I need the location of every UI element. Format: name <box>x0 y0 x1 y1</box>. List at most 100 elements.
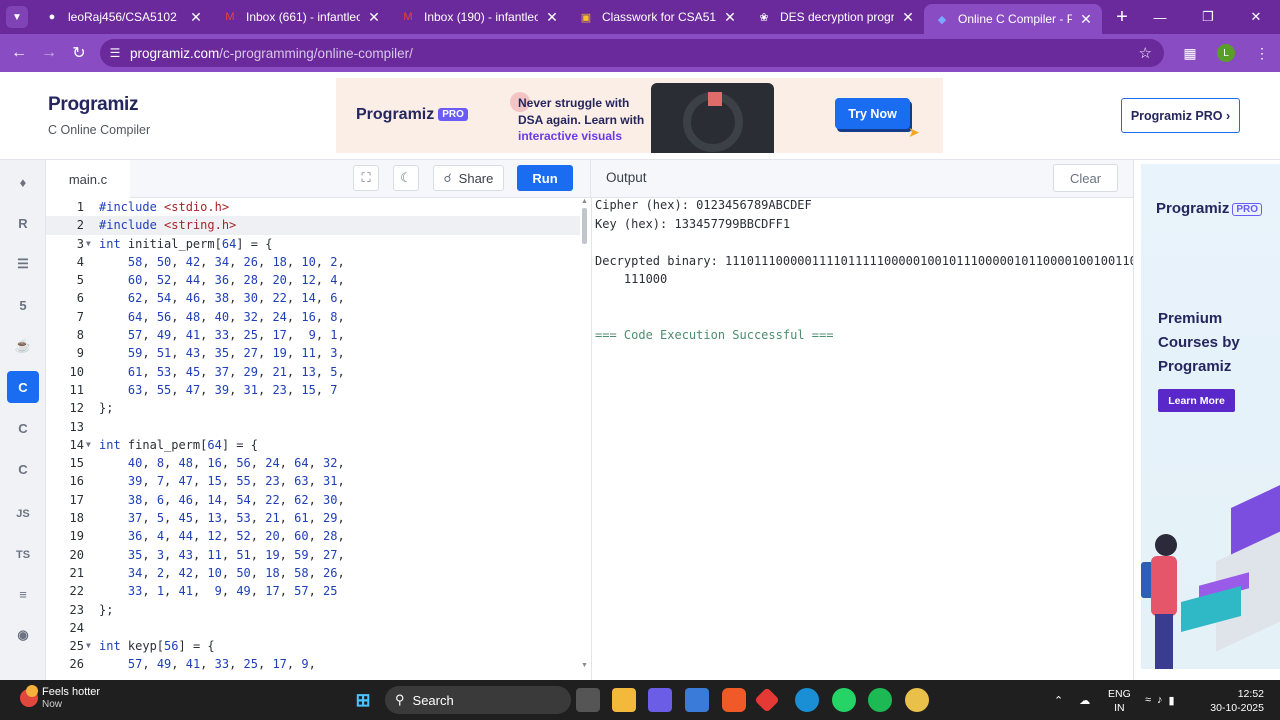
editor-scrollbar[interactable]: ▲ ▼ <box>581 198 588 670</box>
code-line[interactable]: 13 <box>46 418 580 436</box>
reload-button[interactable]: ↻ <box>64 38 94 68</box>
profile-avatar[interactable]: L <box>1217 44 1235 62</box>
system-clock[interactable]: 12:52 30-10-2025 <box>1210 687 1264 715</box>
fold-arrow-icon[interactable]: ▼ <box>86 235 91 253</box>
html5-icon[interactable]: 5 <box>7 289 39 321</box>
taskbar-search[interactable]: ⚲ Search <box>385 686 571 714</box>
chevron-up-icon[interactable]: ⌃ <box>1054 694 1063 707</box>
windows-start-icon[interactable]: ⊞ <box>351 688 375 712</box>
browser-tab[interactable]: M Inbox (190) - infantleorajm ✕ <box>390 0 568 34</box>
code-line[interactable]: 7 64, 56, 48, 40, 32, 24, 16, 8, <box>46 308 580 326</box>
file-explorer-icon[interactable] <box>612 688 636 712</box>
typescript-icon[interactable]: TS <box>7 539 39 571</box>
csharp-language-icon[interactable]: C <box>7 453 39 485</box>
extensions-icon[interactable]: ▦ <box>1172 45 1208 62</box>
r-language-icon[interactable]: R <box>7 207 39 239</box>
microsoft-store-icon[interactable] <box>685 688 709 712</box>
try-now-button[interactable]: Try Now <box>835 98 910 129</box>
php-language-icon[interactable]: ◉ <box>7 619 39 651</box>
address-bar[interactable]: ☰ programiz.com/c-programming/online-com… <box>100 39 1164 67</box>
go-language-icon[interactable]: ≡ <box>7 578 39 610</box>
close-tab-icon[interactable]: ✕ <box>1078 11 1094 28</box>
file-tab-main-c[interactable]: main.c <box>46 160 130 198</box>
new-tab-button[interactable]: + <box>1112 6 1132 29</box>
code-line[interactable]: 9 59, 51, 43, 35, 27, 19, 11, 3, <box>46 344 580 362</box>
code-line[interactable]: 3 ▼ int initial_perm[64] = { <box>46 235 580 253</box>
close-tab-icon[interactable]: ✕ <box>900 9 916 26</box>
tab-search-button[interactable]: ▼ <box>6 6 28 28</box>
code-line[interactable]: 6 62, 54, 46, 38, 30, 22, 14, 6, <box>46 289 580 307</box>
share-button[interactable]: ☌ Share <box>433 165 504 191</box>
sql-database-icon[interactable]: ☰ <box>7 248 39 280</box>
chrome-browser-icon[interactable] <box>905 688 929 712</box>
back-button[interactable]: ← <box>4 38 34 68</box>
fold-arrow-icon[interactable]: ▼ <box>86 436 91 454</box>
code-line[interactable]: 16 39, 7, 47, 15, 55, 23, 63, 31, <box>46 472 580 490</box>
code-line[interactable]: 2 #include <string.h> <box>46 216 580 235</box>
fold-arrow-icon[interactable]: ▼ <box>86 637 91 655</box>
task-view-icon[interactable] <box>576 688 600 712</box>
browser-tab[interactable]: ● leoRaj456/CSA5102 ✕ <box>34 0 212 34</box>
whatsapp-icon[interactable] <box>832 688 856 712</box>
close-tab-icon[interactable]: ✕ <box>544 9 560 26</box>
minimize-button[interactable]: — <box>1136 0 1184 34</box>
dark-mode-moon-icon[interactable]: ☾ <box>393 165 419 191</box>
close-tab-icon[interactable]: ✕ <box>722 9 738 26</box>
learn-more-button[interactable]: Learn More <box>1158 389 1235 412</box>
code-line[interactable]: 24 <box>46 619 580 637</box>
code-line[interactable]: 17 38, 6, 46, 14, 54, 22, 62, 30, <box>46 491 580 509</box>
code-line[interactable]: 10 61, 53, 45, 37, 29, 21, 13, 5, <box>46 363 580 381</box>
browser-tab[interactable]: ◆ Online C Compiler - Progr ✕ <box>924 4 1102 34</box>
spotify-icon[interactable] <box>868 688 892 712</box>
site-info-icon[interactable]: ☰ <box>100 46 130 60</box>
code-line[interactable]: 14 ▼ int final_perm[64] = { <box>46 436 580 454</box>
code-line[interactable]: 22 33, 1, 41, 9, 49, 17, 57, 25 <box>46 582 580 600</box>
javascript-icon[interactable]: JS <box>7 498 39 530</box>
code-line[interactable]: 18 37, 5, 45, 13, 53, 21, 61, 29, <box>46 509 580 527</box>
browser-tab[interactable]: ❀ DES decryption program ✕ <box>746 0 924 34</box>
onedrive-icon[interactable]: ☁ <box>1079 694 1090 707</box>
browser-tab[interactable]: ▣ Classwork for CSA5102_CN ✕ <box>568 0 746 34</box>
browser-tab[interactable]: M Inbox (661) - infantleoraj1๑ ✕ <box>212 0 390 34</box>
code-line[interactable]: 11 63, 55, 47, 39, 31, 23, 15, 7 <box>46 381 580 399</box>
run-button[interactable]: Run <box>517 165 573 191</box>
brave-browser-icon[interactable] <box>722 688 746 712</box>
code-line[interactable]: 15 40, 8, 48, 16, 56, 24, 64, 32, <box>46 454 580 472</box>
c-language-icon[interactable]: C <box>7 371 39 403</box>
code-line[interactable]: 25 ▼ int keyp[56] = { <box>46 637 580 655</box>
scroll-up-arrow[interactable]: ▲ <box>581 198 588 205</box>
programiz-logo[interactable]: Programiz C Online Compiler <box>48 94 150 137</box>
programiz-pro-button[interactable]: Programiz PRO › <box>1121 98 1240 133</box>
clear-button[interactable]: Clear <box>1053 164 1118 192</box>
code-line[interactable]: 19 36, 4, 44, 12, 52, 20, 60, 28, <box>46 527 580 545</box>
cpp-language-icon[interactable]: C <box>7 412 39 444</box>
input-language-indicator[interactable]: ENG IN <box>1108 687 1131 715</box>
close-tab-icon[interactable]: ✕ <box>366 9 382 26</box>
code-line[interactable]: 23}; <box>46 601 580 619</box>
python-icon[interactable]: ♦ <box>7 166 39 198</box>
promo-banner[interactable]: Programiz PRO Never struggle with DSA aga… <box>336 78 943 153</box>
premium-courses-ad[interactable]: Programiz PRO Premium Courses by Programi… <box>1141 164 1280 669</box>
edge-browser-icon[interactable] <box>795 688 819 712</box>
code-line[interactable]: 21 34, 2, 42, 10, 50, 18, 58, 26, <box>46 564 580 582</box>
java-icon[interactable]: ☕ <box>7 330 39 362</box>
code-editor[interactable]: 1 #include <stdio.h> 2 #include <string.h> 3… <box>46 198 580 680</box>
copilot-icon[interactable] <box>648 688 672 712</box>
code-line[interactable]: 20 35, 3, 43, 11, 51, 19, 59, 27, <box>46 546 580 564</box>
code-line[interactable]: 4 58, 50, 42, 34, 26, 18, 10, 2, <box>46 253 580 271</box>
code-line[interactable]: 1 #include <stdio.h> <box>46 198 580 216</box>
red-app-icon[interactable] <box>754 687 780 713</box>
scrollbar-thumb[interactable] <box>582 208 587 244</box>
code-line[interactable]: 12}; <box>46 399 580 417</box>
fullscreen-icon[interactable]: ⛶ <box>353 165 379 191</box>
scroll-down-arrow[interactable]: ▼ <box>581 662 588 669</box>
weather-widget[interactable]: Feels hotter Now <box>20 685 100 710</box>
browser-menu-icon[interactable]: ⋮ <box>1244 45 1280 62</box>
forward-button[interactable]: → <box>34 38 64 68</box>
status-icons[interactable]: ≈ ♪ ▮ <box>1145 680 1175 720</box>
code-line[interactable]: 8 57, 49, 41, 33, 25, 17, 9, 1, <box>46 326 580 344</box>
close-window-button[interactable]: ✕ <box>1232 0 1280 34</box>
code-line[interactable]: 5 60, 52, 44, 36, 28, 20, 12, 4, <box>46 271 580 289</box>
code-line[interactable]: 26 57, 49, 41, 33, 25, 17, 9, <box>46 655 580 673</box>
bookmark-star-icon[interactable]: ☆ <box>1139 44 1152 62</box>
